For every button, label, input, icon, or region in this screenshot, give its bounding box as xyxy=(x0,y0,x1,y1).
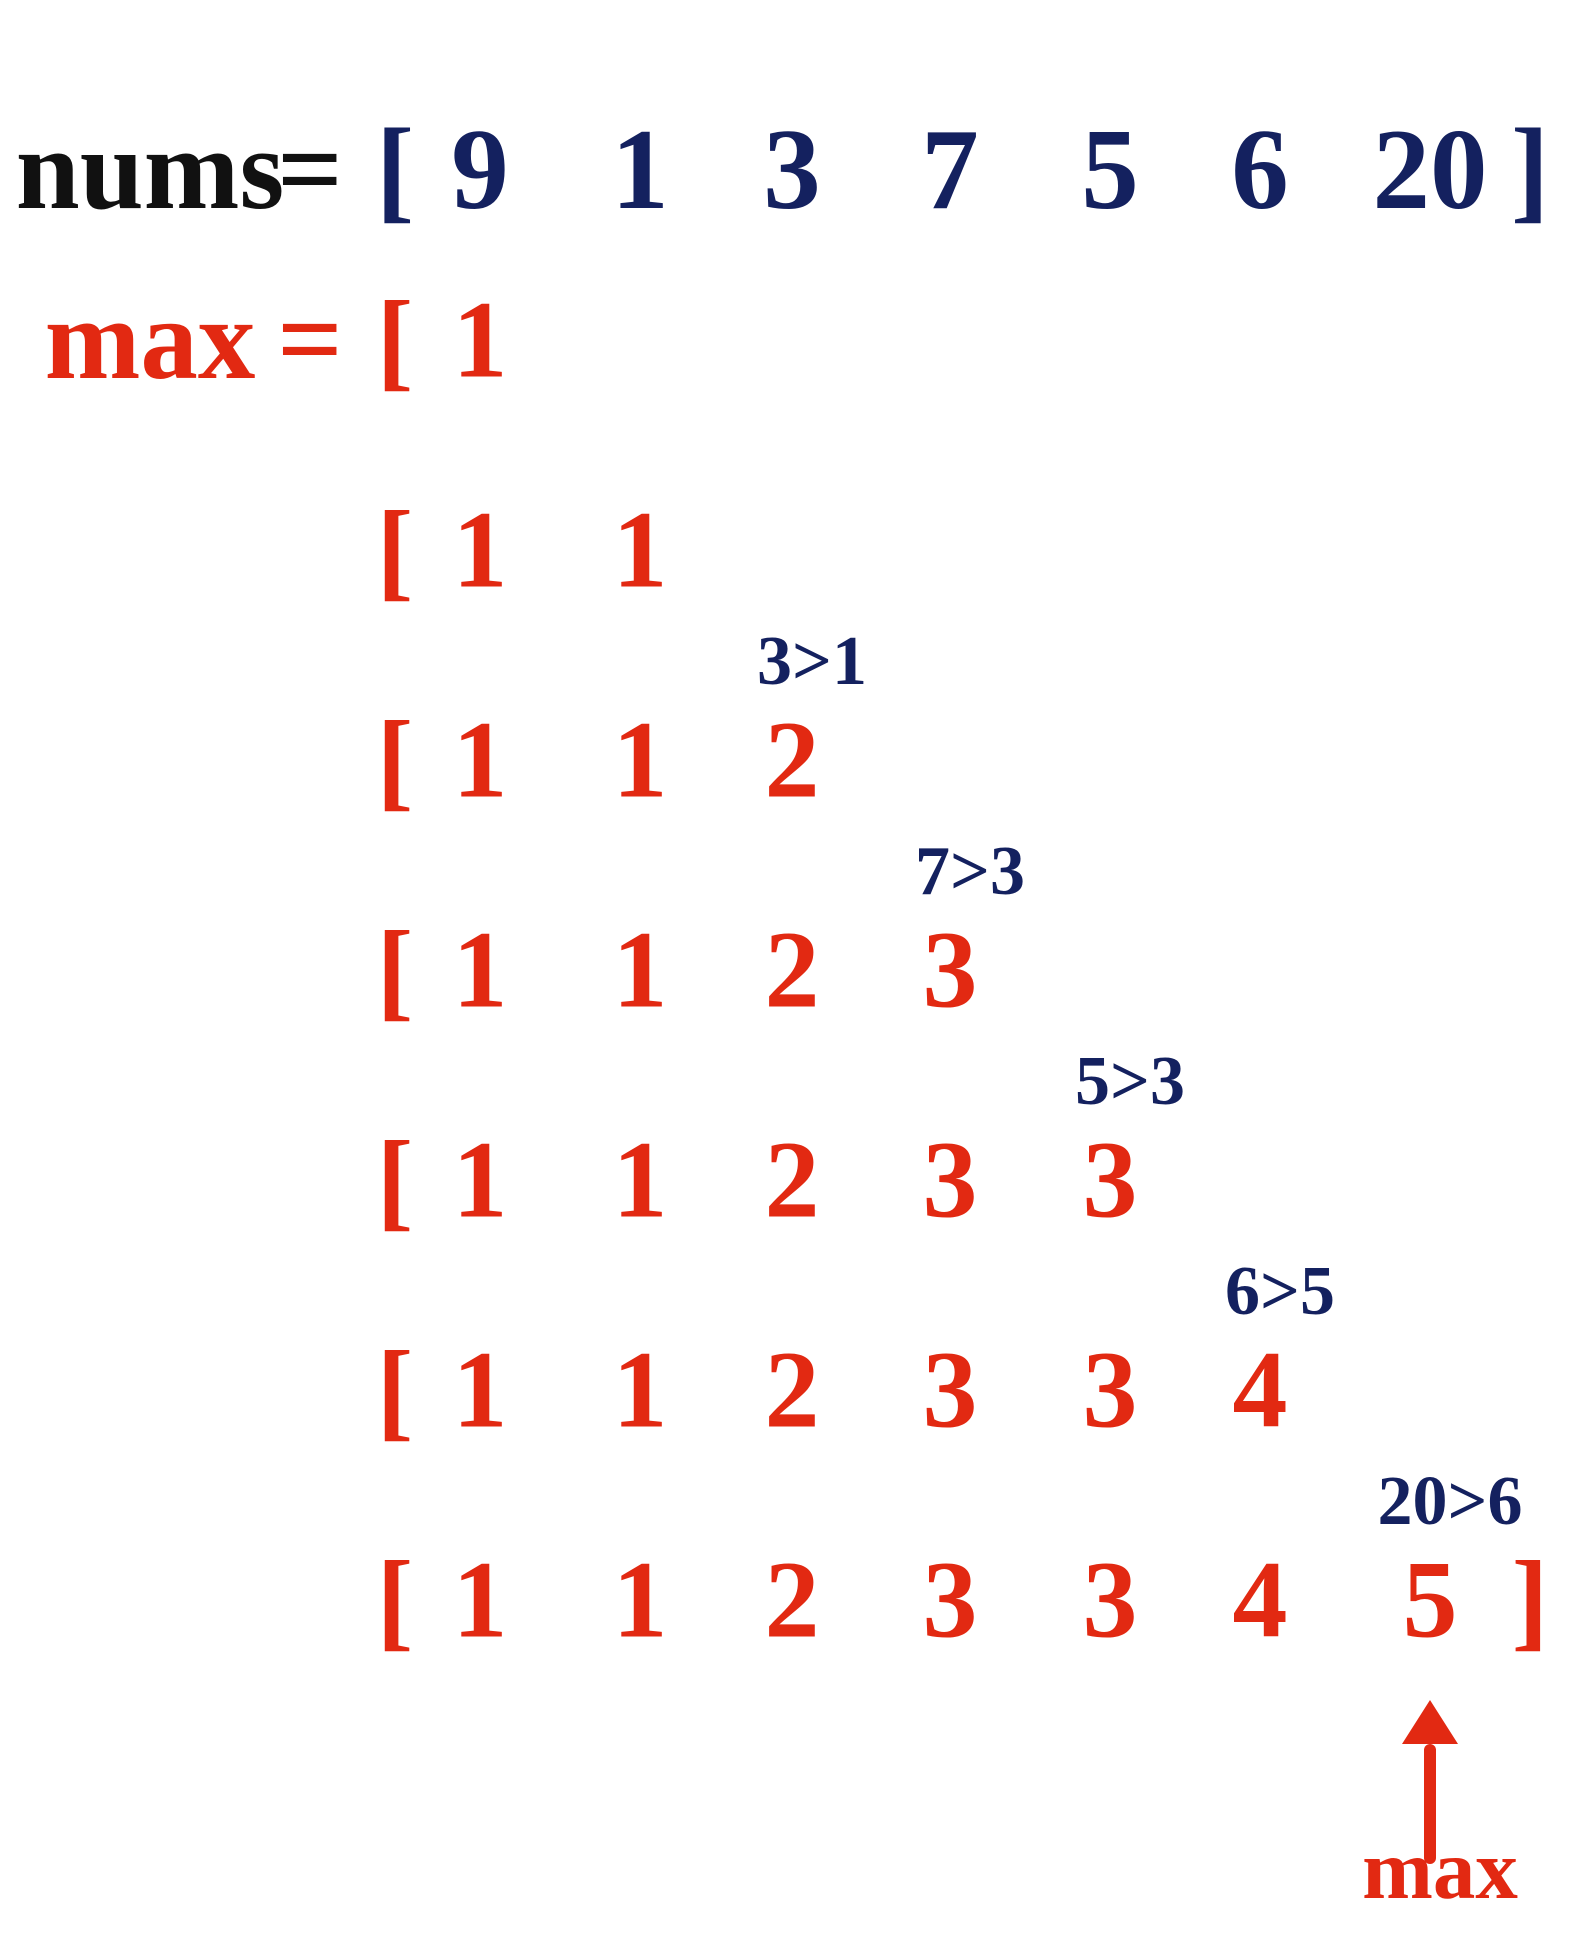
max-equals: = xyxy=(277,274,343,406)
row-3-note: 7>3 xyxy=(915,832,1025,912)
nums-value-3: 7 xyxy=(921,104,979,236)
row-5-val-3: 3 xyxy=(923,1327,978,1454)
nums-close-bracket: ] xyxy=(1511,104,1549,236)
nums-value-2: 3 xyxy=(763,104,821,236)
row-6-val-1: 1 xyxy=(613,1537,668,1664)
row-3-val-2: 2 xyxy=(765,907,820,1034)
nums-label: nums xyxy=(16,104,284,236)
nums-value-0: 9 xyxy=(451,104,509,236)
nums-value-4: 5 xyxy=(1081,104,1139,236)
row-2-val-2: 2 xyxy=(765,697,820,824)
row-1-val-1: 1 xyxy=(613,487,668,614)
nums-open-bracket: [ xyxy=(376,104,414,236)
row-5-val-5: 4 xyxy=(1233,1327,1288,1454)
row-3-open-bracket: [ xyxy=(377,907,414,1034)
row-2-note: 3>1 xyxy=(757,622,867,702)
row-5-open-bracket: [ xyxy=(377,1327,414,1454)
row-4-val-0: 1 xyxy=(453,1117,508,1244)
max-label: max xyxy=(45,274,256,406)
row-2-open-bracket: [ xyxy=(377,697,414,824)
row-4-val-1: 1 xyxy=(613,1117,668,1244)
row-5-note: 6>5 xyxy=(1225,1252,1335,1332)
row-6-val-5: 4 xyxy=(1233,1537,1288,1664)
row-5-val-0: 1 xyxy=(453,1327,508,1454)
row-2-val-1: 1 xyxy=(613,697,668,824)
nums-value-6: 20 xyxy=(1373,104,1488,236)
row-6-open-bracket: [ xyxy=(377,1537,414,1664)
nums-equals: = xyxy=(277,104,343,236)
row-6-close-bracket: ] xyxy=(1512,1537,1549,1664)
row-4-val-4: 3 xyxy=(1083,1117,1138,1244)
row-6-val-3: 3 xyxy=(923,1537,978,1664)
row-3-val-1: 1 xyxy=(613,907,668,1034)
row-5-val-4: 3 xyxy=(1083,1327,1138,1454)
row-1-open-bracket: [ xyxy=(377,487,414,614)
row-4-val-2: 2 xyxy=(765,1117,820,1244)
row-6-val-4: 3 xyxy=(1083,1537,1138,1664)
row-4-val-3: 3 xyxy=(923,1117,978,1244)
row-1-val-0: 1 xyxy=(453,487,508,614)
row-4-note: 5>3 xyxy=(1075,1042,1185,1122)
row-6-val-6: 5 xyxy=(1403,1537,1458,1664)
row-2-val-0: 1 xyxy=(453,697,508,824)
row-0-open-bracket: [ xyxy=(377,277,414,404)
nums-value-1: 1 xyxy=(611,104,669,236)
row-6-note: 20>6 xyxy=(1378,1462,1523,1542)
final-max-label: max xyxy=(1362,1821,1518,1919)
row-3-val-0: 1 xyxy=(453,907,508,1034)
row-6-val-0: 1 xyxy=(453,1537,508,1664)
row-5-val-2: 2 xyxy=(765,1327,820,1454)
row-3-val-3: 3 xyxy=(923,907,978,1034)
nums-value-5: 6 xyxy=(1231,104,1289,236)
row-0-val-0: 1 xyxy=(453,277,508,404)
row-5-val-1: 1 xyxy=(613,1327,668,1454)
row-4-open-bracket: [ xyxy=(377,1117,414,1244)
row-6-val-2: 2 xyxy=(765,1537,820,1664)
